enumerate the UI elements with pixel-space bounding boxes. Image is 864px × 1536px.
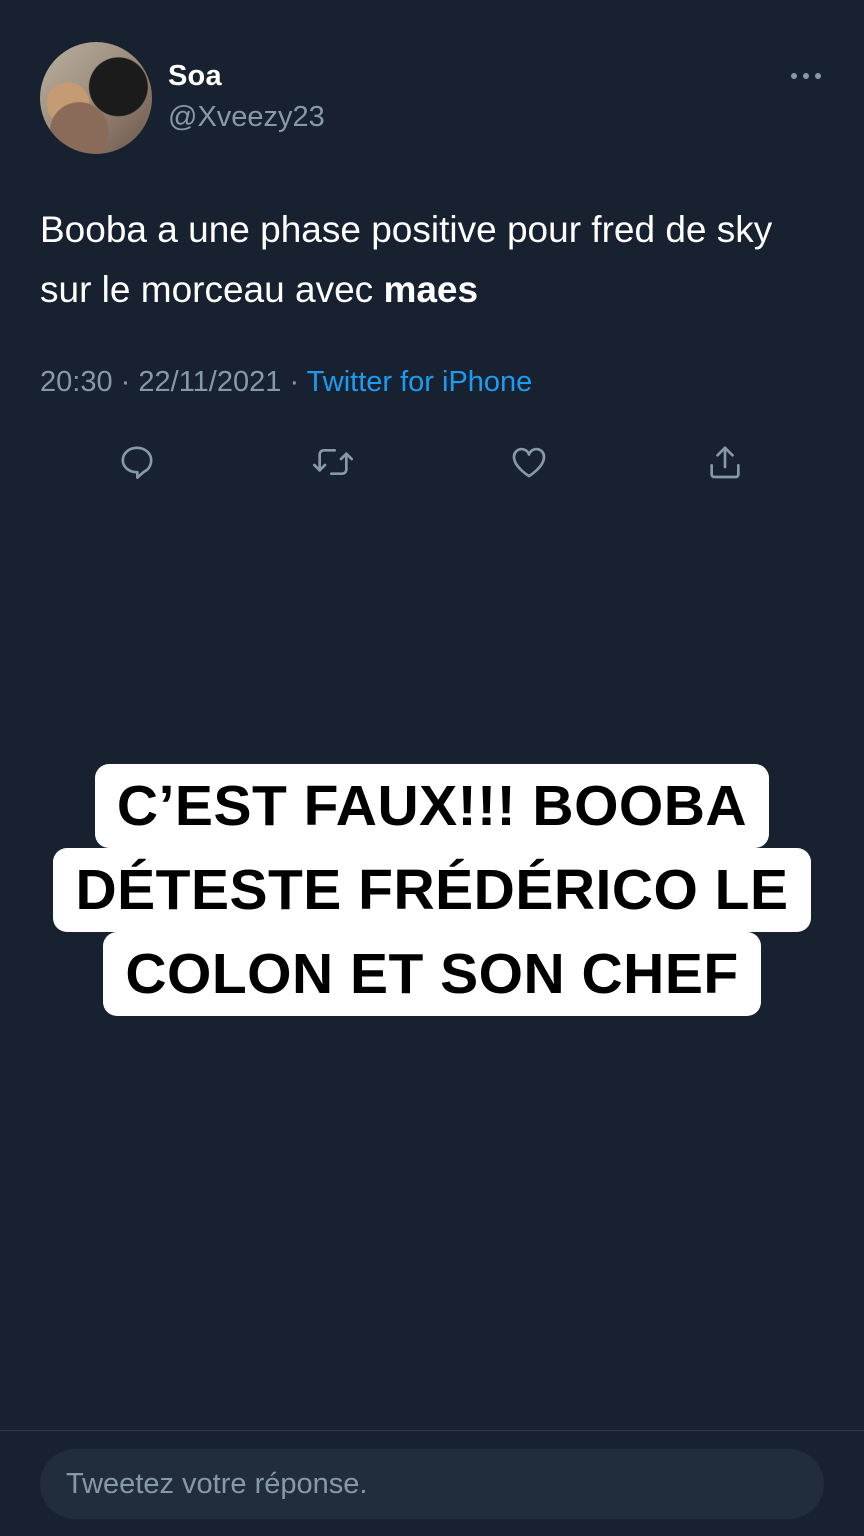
tweet-date: 22/11/2021	[138, 366, 282, 398]
caption-overlay: C’EST FAUX!!! BOOBA DÉTESTE FRÉDÉRICO LE…	[0, 764, 864, 1016]
retweet-button[interactable]	[305, 434, 361, 490]
tweet: Soa @Xveezy23 Booba a une phase positive…	[0, 0, 864, 520]
heart-icon	[512, 447, 546, 478]
reply-bubble-icon	[121, 446, 153, 479]
caption-line-1: C’EST FAUX!!! BOOBA	[94, 764, 770, 848]
reply-bar: Tweetez votre réponse.	[0, 1430, 864, 1536]
share-upload-icon	[710, 446, 740, 479]
tweet-detail-screen: Soa @Xveezy23 Booba a une phase positive…	[0, 0, 864, 1536]
meta-separator: ·	[120, 366, 131, 398]
like-button[interactable]	[501, 434, 557, 490]
meta-separator-2: ·	[289, 366, 300, 398]
tweet-meta: 20:30 · 22/11/2021 · Twitter for iPhone	[40, 366, 532, 399]
more-dots-icon	[791, 73, 821, 79]
avatar[interactable]	[40, 42, 152, 154]
share-button[interactable]	[697, 434, 753, 490]
more-options-button[interactable]	[788, 64, 824, 88]
user-handle[interactable]: @Xveezy23	[168, 101, 325, 134]
reply-button[interactable]	[109, 434, 165, 490]
tweet-time: 20:30	[40, 366, 113, 398]
tweet-text: Booba a une phase positive pour fred de …	[40, 200, 820, 320]
display-name[interactable]: Soa	[168, 60, 222, 93]
reply-input[interactable]: Tweetez votre réponse.	[40, 1449, 824, 1519]
tweet-actions	[0, 434, 864, 490]
tweet-text-bold: maes	[383, 269, 479, 310]
retweet-icon	[313, 449, 353, 475]
caption-line-3: COLON ET SON CHEF	[103, 932, 761, 1016]
caption-line-2: DÉTESTE FRÉDÉRICO LE	[53, 848, 811, 932]
tweet-source-link[interactable]: Twitter for iPhone	[307, 366, 533, 398]
